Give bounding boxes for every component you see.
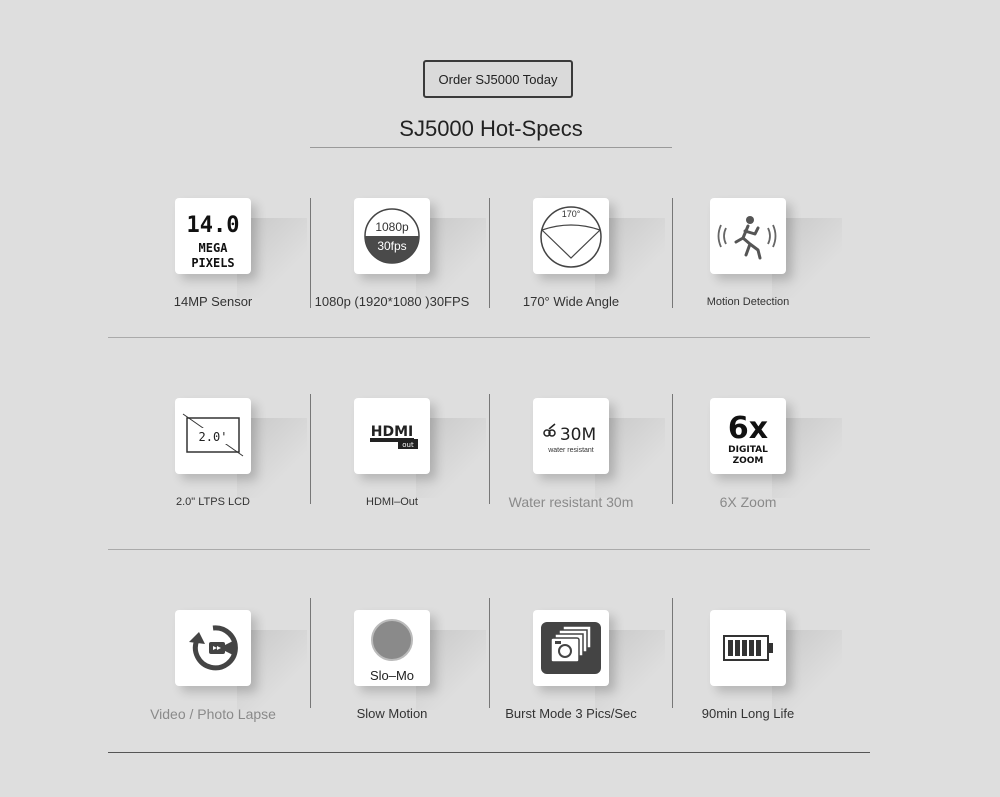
- megapixel-icon: 14.0 MEGA PIXELS: [175, 198, 251, 274]
- spec-item: 1080p 30fps 1080p (1920*1080 )30FPS: [302, 198, 482, 328]
- spec-label: 14MP Sensor: [173, 294, 253, 309]
- tile-text: HDMI: [371, 424, 413, 440]
- spec-label: Video / Photo Lapse: [150, 706, 276, 722]
- tile-text: Slo–Mo: [370, 668, 414, 683]
- tile-text: 30M: [560, 425, 596, 445]
- tile-text: 30fps: [377, 239, 406, 253]
- spec-label: Motion Detection: [706, 296, 790, 308]
- tile-text: 14.0: [187, 213, 240, 238]
- motion-detection-icon: [710, 198, 786, 274]
- time-lapse-icon: [175, 610, 251, 686]
- spec-item: Video / Photo Lapse: [123, 610, 303, 740]
- tile-text: 6x: [728, 411, 768, 446]
- tile-text: 2.0': [199, 430, 228, 444]
- title-underline: [310, 147, 672, 148]
- spec-item: Motion Detection: [658, 198, 838, 328]
- digital-zoom-icon: 6x DIGITAL ZOOM: [710, 398, 786, 474]
- page-title: SJ5000 Hot-Specs: [399, 116, 583, 141]
- battery-icon: [710, 610, 786, 686]
- spec-item: Slo–Mo Slow Motion: [302, 610, 482, 740]
- spec-item: 30M water resistant Water resistant 30m: [481, 398, 661, 528]
- spec-item: 170° 170° Wide Angle: [481, 198, 661, 328]
- slow-motion-icon: Slo–Mo: [354, 610, 430, 686]
- spec-label: 170° Wide Angle: [522, 294, 620, 309]
- fullhd-30fps-icon: 1080p 30fps: [354, 198, 430, 274]
- tile-text: MEGA: [199, 241, 229, 255]
- spec-label: Burst Mode 3 Pics/Sec: [505, 706, 637, 721]
- row-divider: [108, 752, 870, 753]
- tile-text: ZOOM: [733, 456, 764, 466]
- tile-text: DIGITAL: [728, 445, 768, 455]
- spec-item: 14.0 MEGA PIXELS 14MP Sensor: [123, 198, 303, 328]
- waterproof-icon: 30M water resistant: [533, 398, 609, 474]
- tile-text: out: [402, 441, 414, 449]
- spec-item: HDMI out HDMI–Out: [302, 398, 482, 528]
- spec-label: Water resistant 30m: [508, 494, 634, 510]
- hdmi-icon: HDMI out: [354, 398, 430, 474]
- row-divider: [108, 549, 870, 550]
- order-button[interactable]: Order SJ5000 Today: [423, 60, 573, 98]
- row-divider: [108, 337, 870, 338]
- spec-item: Burst Mode 3 Pics/Sec: [481, 610, 661, 740]
- tile-text: PIXELS: [191, 256, 234, 270]
- spec-item: 6x DIGITAL ZOOM 6X Zoom: [658, 398, 838, 528]
- wide-angle-icon: 170°: [533, 198, 609, 274]
- spec-label: 2.0" LTPS LCD: [175, 496, 250, 508]
- burst-mode-icon: [533, 610, 609, 686]
- spec-item: 2.0' 2.0" LTPS LCD: [123, 398, 303, 528]
- spec-label: 90min Long Life: [701, 706, 795, 721]
- lcd-screen-icon: 2.0': [175, 398, 251, 474]
- spec-label: HDMI–Out: [366, 496, 418, 508]
- tile-text: 170°: [562, 209, 581, 219]
- spec-label: Slow Motion: [356, 706, 428, 721]
- tile-text: 1080p: [375, 220, 409, 234]
- spec-item: 90min Long Life: [658, 610, 838, 740]
- tile-text: water resistant: [547, 447, 594, 454]
- spec-label: 6X Zoom: [719, 494, 777, 510]
- spec-label: 1080p (1920*1080 )30FPS: [314, 294, 470, 309]
